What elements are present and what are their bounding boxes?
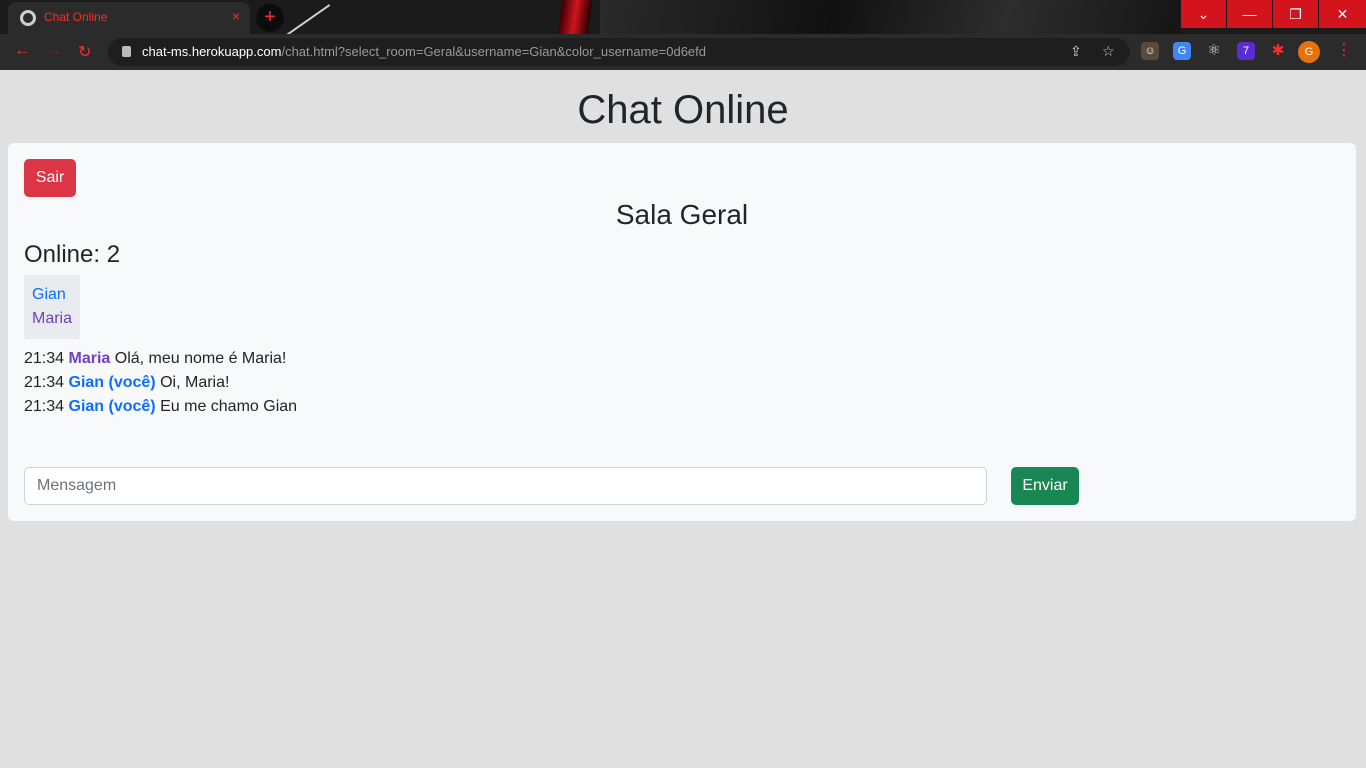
page-title: Chat Online [577,88,789,132]
browser-tab[interactable]: Chat Online × [8,2,250,34]
message-text: Olá, meu nome é Maria! [114,350,287,367]
wallpaper-shape [600,0,1180,34]
extension-diamond-icon[interactable]: 7 [1237,42,1255,60]
browser-titlebar: Chat Online × + ⌄ — ❐ ✕ [0,0,1366,34]
react-devtools-icon[interactable]: ⚛ [1205,42,1223,60]
menu-kebab-icon[interactable]: ⋮ [1336,40,1352,60]
translate-icon[interactable]: G [1173,42,1191,60]
share-icon[interactable]: ⇪ [1070,43,1082,60]
profile-avatar[interactable]: G [1298,41,1320,63]
message-time: 21:34 [24,398,65,415]
close-window-icon[interactable]: ✕ [1319,0,1366,28]
back-icon[interactable]: ← [14,42,30,60]
tab-title: Chat Online [44,10,108,24]
globe-icon [20,10,36,26]
extension-badge: 7 [1242,45,1250,57]
reload-icon[interactable]: ↻ [78,42,91,62]
message-author: Gian (você) [68,398,156,415]
message-time: 21:34 [24,374,65,391]
message-author: Gian (você) [68,374,156,391]
send-button[interactable]: Enviar [1011,467,1079,505]
message-text: Oi, Maria! [160,374,230,391]
message-list: 21:34 Maria Olá, meu nome é Maria! 21:34… [24,347,297,419]
online-count: Online: 2 [24,241,121,268]
online-user-item: Maria [32,310,73,327]
leave-button[interactable]: Sair [24,159,76,197]
message-item: 21:34 Gian (você) Eu me chamo Gian [24,395,297,419]
message-item: 21:34 Gian (você) Oi, Maria! [24,371,297,395]
tab-close-icon[interactable]: × [232,8,240,24]
message-author: Maria [68,350,111,367]
browser-toolbar: ← → ↻ chat-ms.herokuapp.com/chat.html?se… [0,34,1366,70]
message-item: 21:34 Maria Olá, meu nome é Maria! [24,347,297,371]
extension-avatar-icon[interactable]: ☺ [1141,42,1159,60]
new-tab-button[interactable]: + [256,4,284,32]
wallpaper-streak [557,0,593,34]
forward-icon[interactable]: → [46,42,62,60]
url-text: chat-ms.herokuapp.com/chat.html?select_r… [142,44,706,59]
room-title: Sala Geral [615,199,749,230]
lock-icon [122,46,131,57]
bookmark-star-icon[interactable]: ☆ [1102,43,1115,60]
extensions-puzzle-icon[interactable]: ✱ [1269,42,1287,60]
message-text: Eu me chamo Gian [160,398,298,415]
tab-search-icon[interactable]: ⌄ [1181,0,1226,28]
chat-card: Sair Sala Geral Online: 2 Gian Maria 21:… [8,143,1356,521]
address-bar[interactable]: chat-ms.herokuapp.com/chat.html?select_r… [108,38,1130,66]
restore-icon[interactable]: ❐ [1273,0,1318,28]
minimize-icon[interactable]: — [1227,0,1272,28]
message-input[interactable] [24,467,987,505]
page-scrollbar[interactable] [1356,70,1366,768]
online-users-list: Gian Maria [24,275,80,339]
online-user-item: Gian [32,286,66,303]
message-time: 21:34 [24,350,65,367]
